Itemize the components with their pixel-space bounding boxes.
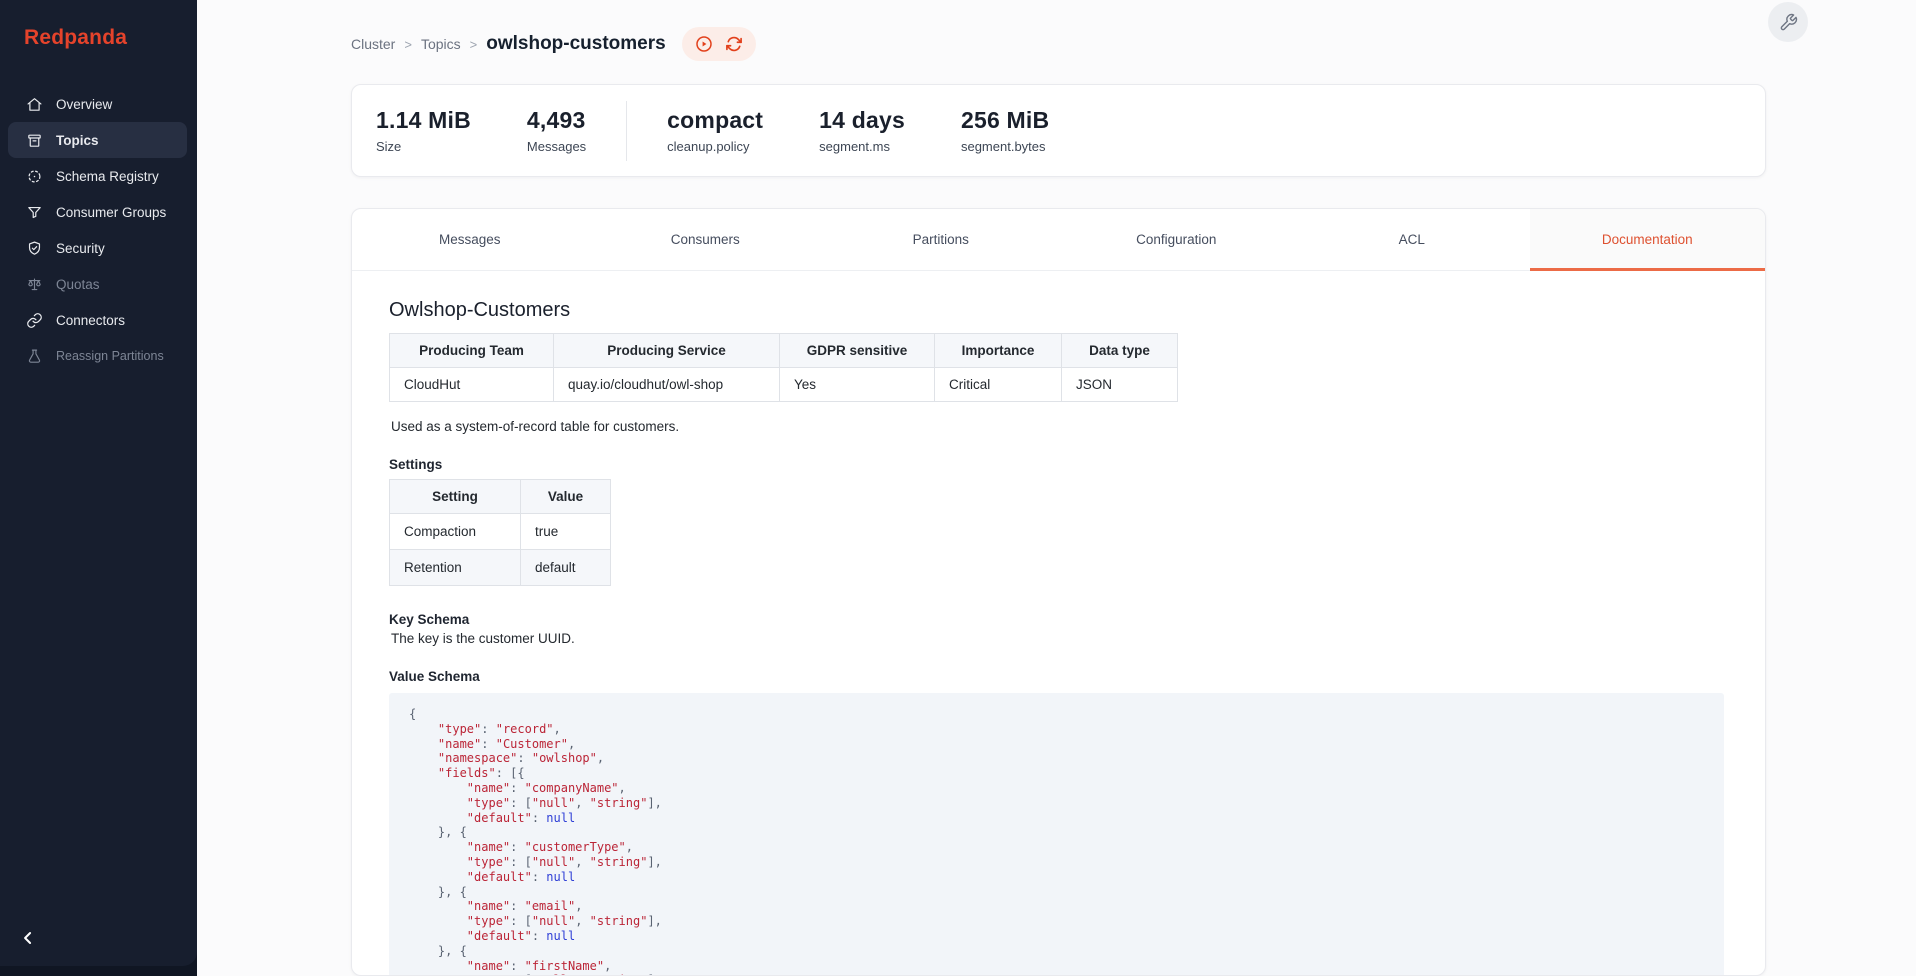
- consumer-groups-icon: [26, 204, 43, 221]
- security-icon: [26, 240, 43, 257]
- sidebar-item-security[interactable]: Security: [0, 230, 197, 266]
- play-circle-icon[interactable]: [694, 34, 714, 54]
- stat-label: segment.bytes: [961, 139, 1049, 154]
- redpanda-logo[interactable]: Redpanda: [0, 0, 197, 50]
- stat-value: 1.14 MiB: [376, 107, 471, 134]
- key-schema-heading: Key Schema: [389, 612, 1724, 627]
- col-gdpr-sensitive: GDPR sensitive: [780, 334, 935, 368]
- stat-cleanup-policy: compact cleanup.policy: [667, 107, 763, 154]
- breadcrumb-cluster[interactable]: Cluster: [351, 36, 395, 52]
- doc-note: Used as a system-of-record table for cus…: [389, 419, 1724, 434]
- tab-acl[interactable]: ACL: [1294, 209, 1530, 270]
- stat-value: 4,493: [527, 107, 586, 134]
- sidebar-item-label: Quotas: [56, 277, 100, 292]
- cell-gdpr-sensitive: Yes: [780, 368, 935, 402]
- col-value: Value: [521, 480, 611, 514]
- col-importance: Importance: [935, 334, 1062, 368]
- table-row: Compaction true: [390, 514, 611, 550]
- stat-value: 14 days: [819, 107, 905, 134]
- tab-consumers[interactable]: Consumers: [588, 209, 824, 270]
- stat-messages: 4,493 Messages: [527, 107, 586, 154]
- topic-actions-pill: [682, 27, 756, 61]
- stat-label: Size: [376, 139, 471, 154]
- cell-importance: Critical: [935, 368, 1062, 402]
- col-data-type: Data type: [1062, 334, 1178, 368]
- sidebar-item-connectors[interactable]: Connectors: [0, 302, 197, 338]
- sidebar-item-topics[interactable]: Topics: [8, 122, 187, 158]
- stat-label: Messages: [527, 139, 586, 154]
- sidebar-item-overview[interactable]: Overview: [0, 86, 197, 122]
- sidebar-item-label: Security: [56, 241, 105, 256]
- stat-label: cleanup.policy: [667, 139, 763, 154]
- col-setting: Setting: [390, 480, 521, 514]
- value-schema-heading: Value Schema: [389, 669, 1724, 684]
- stats-divider: [626, 101, 627, 161]
- value-schema-code: { "type": "record", "name": "Customer", …: [389, 693, 1724, 976]
- stat-label: segment.ms: [819, 139, 905, 154]
- topic-tabs: Messages Consumers Partitions Configurat…: [352, 209, 1765, 271]
- producing-info-table: Producing Team Producing Service GDPR se…: [389, 333, 1178, 402]
- sidebar-item-reassign-partitions[interactable]: Reassign Partitions: [0, 338, 197, 374]
- col-producing-service: Producing Service: [554, 334, 780, 368]
- table-row: Retention default: [390, 550, 611, 586]
- cell-value: true: [521, 514, 611, 550]
- refresh-icon[interactable]: [724, 34, 744, 54]
- sidebar-item-label: Overview: [56, 97, 112, 112]
- reassign-partitions-icon: [26, 348, 43, 365]
- breadcrumb-separator: >: [404, 37, 412, 52]
- stat-value: compact: [667, 107, 763, 134]
- stat-size: 1.14 MiB Size: [376, 107, 471, 154]
- sidebar-item-label: Reassign Partitions: [56, 349, 164, 363]
- sidebar-item-quotas[interactable]: Quotas: [0, 266, 197, 302]
- sidebar-item-label: Consumer Groups: [56, 205, 166, 220]
- cell-producing-team: CloudHut: [390, 368, 554, 402]
- sidebar-nav: Overview Topics Schema Registry Consumer…: [0, 86, 197, 374]
- table-header-row: Producing Team Producing Service GDPR se…: [390, 334, 1178, 368]
- stat-segment-bytes: 256 MiB segment.bytes: [961, 107, 1049, 154]
- sidebar-item-label: Connectors: [56, 313, 125, 328]
- home-icon: [26, 96, 43, 113]
- key-schema-text: The key is the customer UUID.: [389, 631, 1724, 646]
- tab-messages[interactable]: Messages: [352, 209, 588, 270]
- cell-data-type: JSON: [1062, 368, 1178, 402]
- sidebar-item-consumer-groups[interactable]: Consumer Groups: [0, 194, 197, 230]
- topbar: Cluster > Topics > owlshop-customers: [351, 22, 1886, 66]
- sidebar: Redpanda Overview Topics Schema Registry: [0, 0, 197, 966]
- breadcrumb-separator: >: [470, 37, 478, 52]
- sidebar-item-schema-registry[interactable]: Schema Registry: [0, 158, 197, 194]
- table-row: CloudHut quay.io/cloudhut/owl-shop Yes C…: [390, 368, 1178, 402]
- connectors-icon: [26, 312, 43, 329]
- user-settings-button[interactable]: [1768, 2, 1808, 42]
- col-producing-team: Producing Team: [390, 334, 554, 368]
- tab-documentation[interactable]: Documentation: [1530, 209, 1766, 270]
- stat-value: 256 MiB: [961, 107, 1049, 134]
- chevron-left-icon: [18, 928, 38, 948]
- sidebar-item-label: Schema Registry: [56, 169, 159, 184]
- sidebar-shell: Redpanda Overview Topics Schema Registry: [0, 0, 197, 976]
- breadcrumb-topics[interactable]: Topics: [421, 36, 461, 52]
- tab-partitions[interactable]: Partitions: [823, 209, 1059, 270]
- stat-segment-ms: 14 days segment.ms: [819, 107, 905, 154]
- doc-title: Owlshop-Customers: [389, 299, 1724, 322]
- wrench-icon: [1779, 13, 1798, 32]
- documentation-panel: Owlshop-Customers Producing Team Produci…: [352, 271, 1765, 976]
- collapse-sidebar-button[interactable]: [18, 928, 40, 950]
- page-title: owlshop-customers: [486, 33, 665, 55]
- cell-setting: Retention: [390, 550, 521, 586]
- settings-heading: Settings: [389, 457, 1724, 472]
- settings-table: Setting Value Compaction true Retention …: [389, 479, 611, 586]
- sidebar-item-label: Topics: [56, 133, 99, 148]
- table-header-row: Setting Value: [390, 480, 611, 514]
- topic-detail-card: Messages Consumers Partitions Configurat…: [351, 208, 1766, 976]
- schema-registry-icon: [26, 168, 43, 185]
- tab-configuration[interactable]: Configuration: [1059, 209, 1295, 270]
- cell-value: default: [521, 550, 611, 586]
- cell-setting: Compaction: [390, 514, 521, 550]
- topics-icon: [26, 132, 43, 149]
- quotas-icon: [26, 276, 43, 293]
- topic-stats-card: 1.14 MiB Size 4,493 Messages compact cle…: [351, 84, 1766, 177]
- cell-producing-service: quay.io/cloudhut/owl-shop: [554, 368, 780, 402]
